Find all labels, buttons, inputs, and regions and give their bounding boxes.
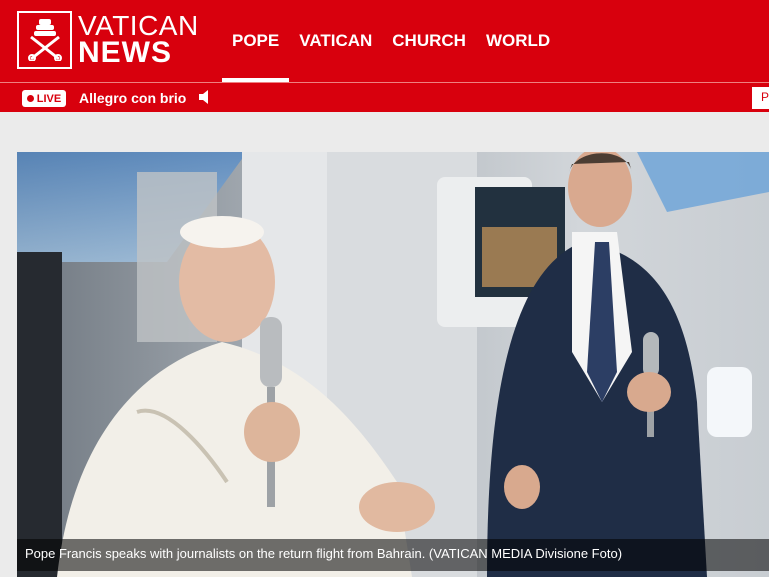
vatican-news-logo[interactable] xyxy=(17,11,72,69)
nav-item-world[interactable]: WORLD xyxy=(476,0,560,82)
live-badge-label: LIVE xyxy=(36,92,62,105)
photo-caption: Pope Francis speaks with journalists on … xyxy=(17,539,769,571)
nav-item-pope[interactable]: POPE xyxy=(222,0,290,82)
live-badge[interactable]: LIVE xyxy=(22,90,66,107)
live-radio-bar: LIVE Allegro con brio P xyxy=(0,82,769,112)
main-nav: POPE VATICAN CHURCH WORLD xyxy=(222,0,560,82)
hero-photo-illustration xyxy=(17,152,769,577)
right-panel-button[interactable]: P xyxy=(752,87,769,109)
live-dot-icon xyxy=(26,95,34,102)
nav-item-church[interactable]: CHURCH xyxy=(382,0,476,82)
brand-line-2[interactable]: NEWS xyxy=(78,38,172,68)
program-title[interactable]: Allegro con brio xyxy=(79,90,186,106)
speaker-icon[interactable] xyxy=(198,89,212,105)
hero-photo[interactable] xyxy=(17,152,769,577)
site-header: VATICAN NEWS POPE VATICAN CHURCH WORLD xyxy=(0,0,769,82)
nav-item-vatican[interactable]: VATICAN xyxy=(289,0,382,82)
